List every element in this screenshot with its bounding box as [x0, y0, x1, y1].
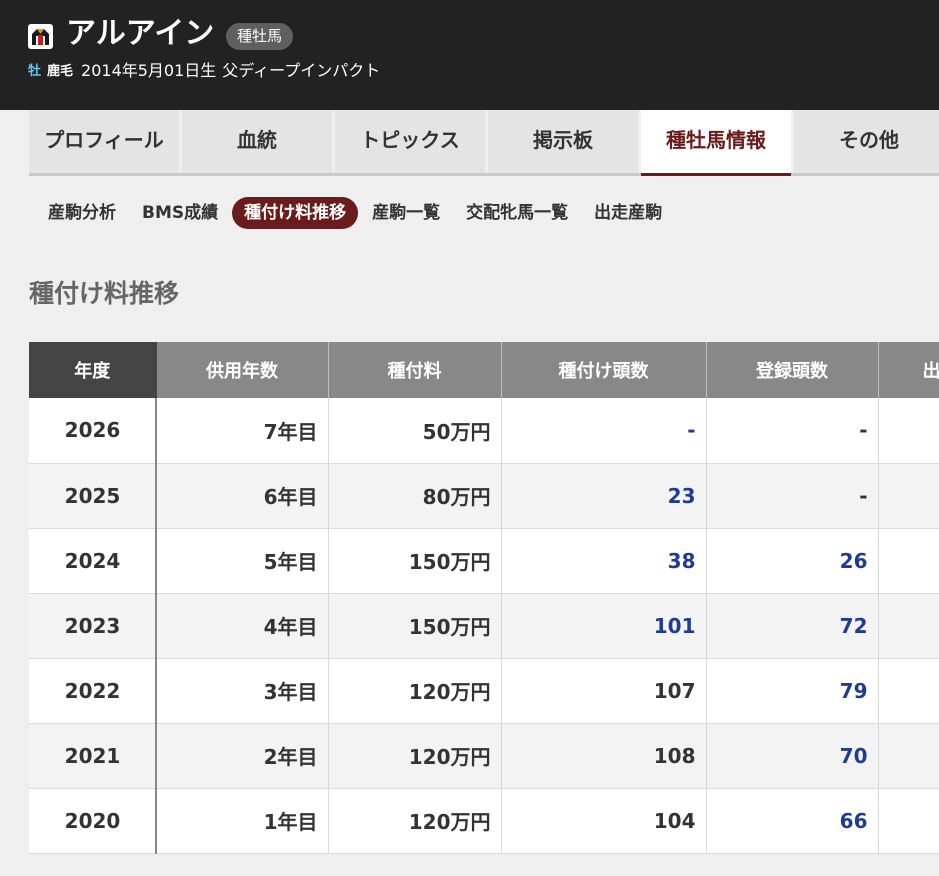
cell-registered-foals: 70	[706, 723, 879, 789]
horse-name: アルアイン	[66, 16, 215, 51]
table-header-row: 年度 供用年数 種付料 種付け頭数 登録頭数 出	[29, 342, 939, 398]
subtab-bms-results[interactable]: BMS成績	[130, 197, 230, 229]
cell-service-years: 7年目	[156, 398, 329, 464]
header-registered-foals: 登録頭数	[706, 342, 879, 398]
cell-year: 2025	[29, 463, 157, 529]
cell-starters	[878, 658, 939, 724]
header-stud-fee: 種付料	[328, 342, 502, 398]
jockey-silk-icon	[28, 24, 53, 49]
cell-registered-foals: 26	[706, 528, 879, 594]
cell-starters	[878, 528, 939, 594]
sire-name[interactable]: 父ディープインパクト	[222, 57, 380, 81]
tab-stallion-info[interactable]: 種牡馬情報	[641, 110, 791, 176]
cell-starters	[878, 593, 939, 659]
cell-year: 2024	[29, 528, 157, 594]
cell-starters	[878, 398, 939, 464]
cell-mares-covered: 38	[501, 528, 707, 594]
cell-registered-foals: -	[706, 398, 879, 464]
cell-year: 2023	[29, 593, 157, 659]
cell-mares-covered: -	[501, 398, 707, 464]
cell-mares-covered: 108	[501, 723, 707, 789]
tab-profile[interactable]: プロフィール	[29, 110, 179, 173]
section-title: 種付け料推移	[29, 279, 180, 308]
header-year: 年度	[29, 342, 157, 398]
coat-label: 鹿毛	[47, 63, 74, 79]
mares-covered-link[interactable]: 23	[668, 484, 696, 508]
registered-foals-link[interactable]: 70	[840, 744, 868, 768]
mares-covered-link[interactable]: -	[687, 418, 695, 442]
table-row: 2024 5年目 150万円 38 26	[29, 528, 939, 594]
birth-date: 2014年5月01日生	[81, 61, 217, 80]
role-badge: 種牡馬	[226, 23, 294, 50]
subtab-mare-list[interactable]: 交配牝馬一覧	[454, 197, 580, 229]
cell-year: 2026	[29, 398, 157, 464]
cell-registered-foals: -	[706, 463, 879, 529]
table-row: 2023 4年目 150万円 101 72	[29, 593, 939, 659]
main-tab-bar: プロフィール 血統 トピックス 掲示板 種牡馬情報 その他	[29, 110, 939, 176]
cell-year: 2022	[29, 658, 157, 724]
tab-topics[interactable]: トピックス	[335, 110, 485, 173]
stud-fee-table-container[interactable]: 年度 供用年数 種付料 種付け頭数 登録頭数 出 2026 7年目 50万円 -…	[29, 342, 939, 854]
table-row: 2021 2年目 120万円 108 70	[29, 723, 939, 789]
cell-starters	[878, 788, 939, 854]
registered-foals-link[interactable]: 66	[840, 809, 868, 833]
table-row: 2020 1年目 120万円 104 66	[29, 788, 939, 854]
table-row: 2025 6年目 80万円 23 -	[29, 463, 939, 529]
cell-stud-fee: 80万円	[328, 463, 502, 529]
cell-service-years: 6年目	[156, 463, 329, 529]
table-row: 2022 3年目 120万円 107 79	[29, 658, 939, 724]
cell-mares-covered: 23	[501, 463, 707, 529]
cell-starters	[878, 723, 939, 789]
sub-tab-bar: 産駒分析 BMS成績 種付け料推移 産駒一覧 交配牝馬一覧 出走産駒	[36, 197, 676, 229]
cell-service-years: 1年目	[156, 788, 329, 854]
cell-stud-fee: 120万円	[328, 723, 502, 789]
cell-mares-covered: 104	[501, 788, 707, 854]
sex-label: 牡	[28, 63, 42, 79]
cell-year: 2021	[29, 723, 157, 789]
subtab-racing-offspring[interactable]: 出走産駒	[582, 197, 674, 229]
cell-service-years: 4年目	[156, 593, 329, 659]
cell-service-years: 2年目	[156, 723, 329, 789]
cell-service-years: 3年目	[156, 658, 329, 724]
cell-mares-covered: 101	[501, 593, 707, 659]
horse-subinfo: 牡 鹿毛 2014年5月01日生 父ディープインパクト	[28, 58, 380, 80]
subtab-stud-fee-history[interactable]: 種付け料推移	[232, 197, 359, 229]
subtab-offspring-analysis[interactable]: 産駒分析	[36, 197, 128, 229]
cell-registered-foals: 66	[706, 788, 879, 854]
subtab-offspring-list[interactable]: 産駒一覧	[360, 197, 452, 229]
header-starters: 出	[878, 342, 939, 398]
cell-registered-foals: 79	[706, 658, 879, 724]
cell-stud-fee: 120万円	[328, 658, 502, 724]
mares-covered-link[interactable]: 101	[654, 614, 696, 638]
cell-registered-foals: 72	[706, 593, 879, 659]
cell-stud-fee: 150万円	[328, 593, 502, 659]
stud-fee-table: 年度 供用年数 種付料 種付け頭数 登録頭数 出 2026 7年目 50万円 -…	[29, 342, 939, 854]
mares-covered-link[interactable]: 38	[668, 549, 696, 573]
header-mares-covered: 種付け頭数	[501, 342, 707, 398]
registered-foals-link[interactable]: 72	[840, 614, 868, 638]
tab-bbs[interactable]: 掲示板	[488, 110, 638, 173]
cell-starters	[878, 463, 939, 529]
cell-mares-covered: 107	[501, 658, 707, 724]
tab-pedigree[interactable]: 血統	[182, 110, 332, 173]
cell-stud-fee: 120万円	[328, 788, 502, 854]
cell-service-years: 5年目	[156, 528, 329, 594]
cell-stud-fee: 50万円	[328, 398, 502, 464]
tab-others[interactable]: その他	[794, 110, 939, 173]
horse-header: アルアイン 種牡馬 牡 鹿毛 2014年5月01日生 父ディープインパクト	[0, 0, 939, 110]
cell-year: 2020	[29, 788, 157, 854]
registered-foals-link[interactable]: 26	[840, 549, 868, 573]
table-row: 2026 7年目 50万円 - -	[29, 398, 939, 464]
cell-stud-fee: 150万円	[328, 528, 502, 594]
registered-foals-link[interactable]: 79	[840, 679, 868, 703]
header-service-years: 供用年数	[156, 342, 329, 398]
